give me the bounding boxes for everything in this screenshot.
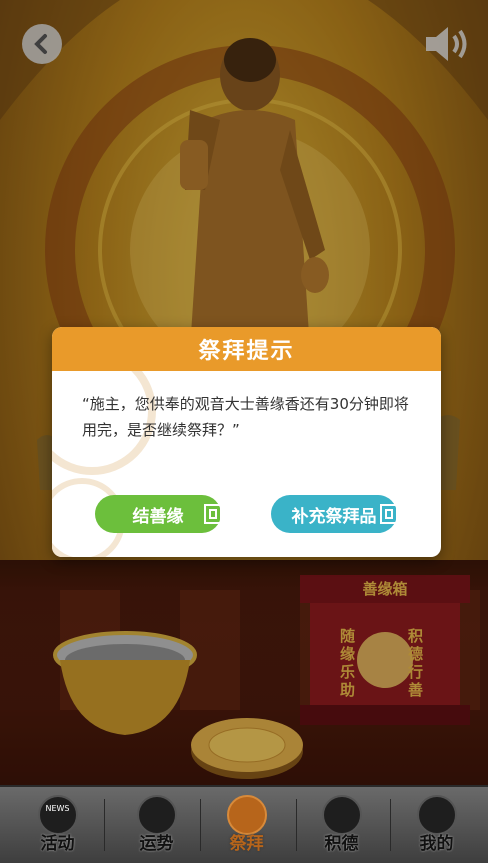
dialog-message: “施主，您供奉的观音大士善缘香还有30分钟即将用完，是否继续祭拜？” (82, 395, 409, 439)
dialog-title: 祭拜提示 (198, 339, 295, 364)
karma-button-label: 结善缘 (132, 506, 184, 527)
worship-reminder-dialog: 祭拜提示 “施主，您供奉的观音大士善缘香还有30分钟即将用完，是否继续祭拜？” … (52, 327, 441, 557)
pattern-icon (204, 504, 222, 524)
tab-label: 积德 (324, 834, 359, 854)
pattern-icon (380, 504, 398, 524)
tab-label: 活动 (40, 834, 75, 854)
dialog-header: 祭拜提示 (52, 327, 441, 371)
bottom-tab-bar: NEWS 活动 运势 祭拜 积德 我的 (0, 785, 488, 863)
tab-worship[interactable]: 祭拜 (198, 787, 295, 863)
tab-label: 祭拜 (229, 834, 264, 854)
tab-merit[interactable]: 积德 (293, 787, 390, 863)
karma-button[interactable]: 结善缘 (95, 495, 222, 533)
tab-divider (104, 799, 105, 851)
tab-label: 我的 (419, 834, 454, 854)
tab-profile[interactable]: 我的 (388, 787, 485, 863)
news-badge: NEWS (45, 804, 70, 813)
tab-activity[interactable]: NEWS 活动 (9, 787, 106, 863)
tab-fortune[interactable]: 运势 (108, 787, 205, 863)
refill-button-label: 补充祭拜品 (291, 506, 377, 527)
refill-offerings-button[interactable]: 补充祭拜品 (271, 495, 398, 533)
tab-label: 运势 (139, 834, 174, 854)
